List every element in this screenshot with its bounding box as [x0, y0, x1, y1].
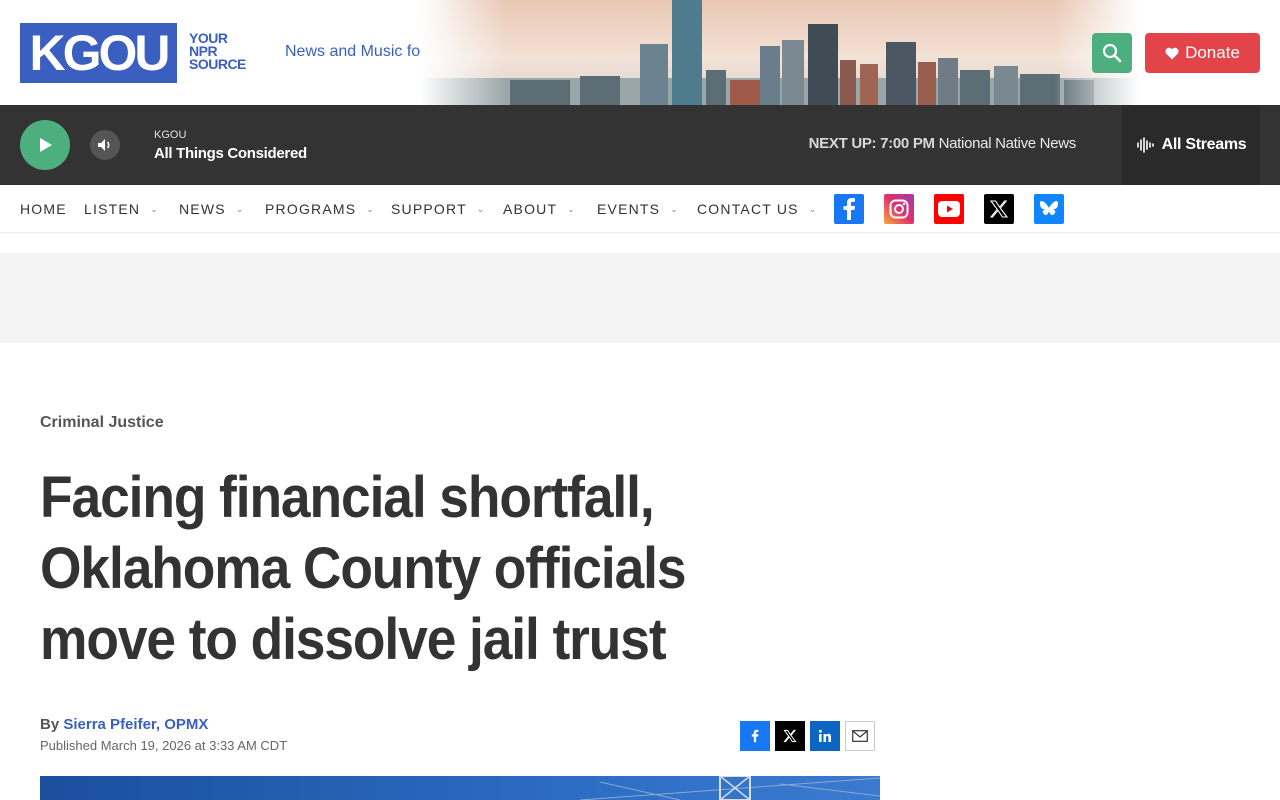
next-up-label: NEXT UP:: [808, 135, 877, 152]
x-icon: [783, 729, 797, 743]
nav-item-label: HOME: [20, 201, 67, 217]
nav-item-programs[interactable]: PROGRAMS ⌄: [265, 201, 375, 217]
nav-item-events[interactable]: EVENTS ⌄: [597, 201, 679, 217]
nav-item-label: NEWS: [179, 201, 226, 217]
station-name: KGOU: [154, 129, 187, 141]
publish-date: Published March 19, 2026 at 3:33 AM CDT: [40, 738, 288, 753]
nav-item-label: ABOUT: [503, 201, 558, 217]
share-email-button[interactable]: [845, 721, 875, 751]
nav-item-about[interactable]: ABOUT ⌄: [503, 201, 576, 217]
instagram-icon: [889, 199, 909, 219]
share-linkedin-button[interactable]: [810, 721, 840, 751]
email-icon: [852, 730, 868, 742]
volume-icon: [98, 139, 110, 151]
chevron-down-icon: ⌄: [366, 204, 376, 214]
nav-item-label: EVENTS: [597, 201, 661, 217]
facebook-link[interactable]: [834, 194, 864, 224]
volume-button[interactable]: [90, 130, 120, 160]
nav-item-support[interactable]: SUPPORT ⌄: [391, 201, 486, 217]
search-button[interactable]: [1092, 33, 1132, 73]
donate-label: Donate: [1185, 43, 1240, 62]
article-hero-image: [40, 776, 880, 800]
instagram-link[interactable]: [884, 194, 914, 224]
nav-item-label: CONTACT US: [697, 201, 799, 217]
youtube-link[interactable]: [934, 194, 964, 224]
nav-item-label: SUPPORT: [391, 201, 467, 217]
site-logo[interactable]: KGOU: [20, 23, 177, 83]
chevron-down-icon: ⌄: [670, 204, 679, 214]
ad-placeholder: [0, 253, 1280, 343]
site-header: KGOU YOUR NPR SOURCE News and Music for …: [0, 0, 1280, 105]
youtube-icon: [938, 201, 960, 217]
now-playing-show[interactable]: All Things Considered: [154, 145, 307, 162]
next-up: NEXT UP: 7:00 PM National Native News: [808, 135, 1077, 152]
audio-wave-icon: [1136, 137, 1154, 153]
main-nav: HOME LISTEN ⌄ NEWS ⌄ PROGRAMS ⌄ SUPPORT ⌄ AB…: [0, 185, 1280, 233]
x-link[interactable]: [984, 194, 1014, 224]
all-streams-label: All Streams: [1161, 136, 1247, 153]
article-headline: Facing financial shortfall, Oklahoma Cou…: [40, 465, 687, 672]
article-category[interactable]: Criminal Justice: [40, 414, 164, 432]
chevron-down-icon: ⌄: [567, 204, 576, 214]
chevron-down-icon: ⌄: [235, 204, 245, 214]
logo-tag-line: SOURCE: [189, 56, 246, 72]
play-icon: [40, 138, 52, 152]
play-button[interactable]: [20, 120, 70, 170]
logo-tagline[interactable]: YOUR NPR SOURCE: [189, 31, 246, 72]
byline-prefix: By: [40, 716, 60, 733]
nav-item-contact-us[interactable]: CONTACT US ⌄: [697, 201, 817, 217]
skyline-image: [420, 0, 1140, 105]
heart-icon: [1165, 47, 1179, 59]
bluesky-icon: [1039, 201, 1059, 215]
x-icon: [989, 200, 1009, 218]
chevron-down-icon: ⌄: [150, 204, 159, 214]
linkedin-icon: [818, 729, 831, 742]
facebook-icon: [843, 198, 855, 220]
author-link[interactable]: Sierra Pfeifer, OPMX: [63, 716, 208, 733]
nav-item-listen[interactable]: LISTEN ⌄: [84, 201, 159, 217]
share-x-button[interactable]: [775, 721, 805, 751]
bluesky-link[interactable]: [1034, 194, 1064, 224]
next-up-time: 7:00 PM: [880, 135, 935, 152]
chevron-down-icon: ⌄: [476, 204, 486, 214]
nav-item-label: LISTEN: [84, 201, 141, 217]
search-icon: [1102, 43, 1122, 63]
power-lines-graphic: [579, 776, 880, 800]
byline: By Sierra Pfeifer, OPMX: [40, 716, 208, 733]
nav-item-news[interactable]: NEWS ⌄: [179, 201, 245, 217]
nav-item-home[interactable]: HOME: [20, 201, 67, 217]
all-streams-button[interactable]: All Streams: [1122, 105, 1260, 185]
facebook-icon: [751, 729, 759, 743]
audio-player-bar: KGOU All Things Considered NEXT UP: 7:00…: [0, 105, 1280, 185]
share-facebook-button[interactable]: [740, 721, 770, 751]
chevron-down-icon: ⌄: [808, 204, 818, 214]
donate-button[interactable]: Donate: [1145, 33, 1260, 73]
next-up-show: National Native News: [938, 135, 1077, 152]
nav-item-label: PROGRAMS: [265, 201, 357, 217]
